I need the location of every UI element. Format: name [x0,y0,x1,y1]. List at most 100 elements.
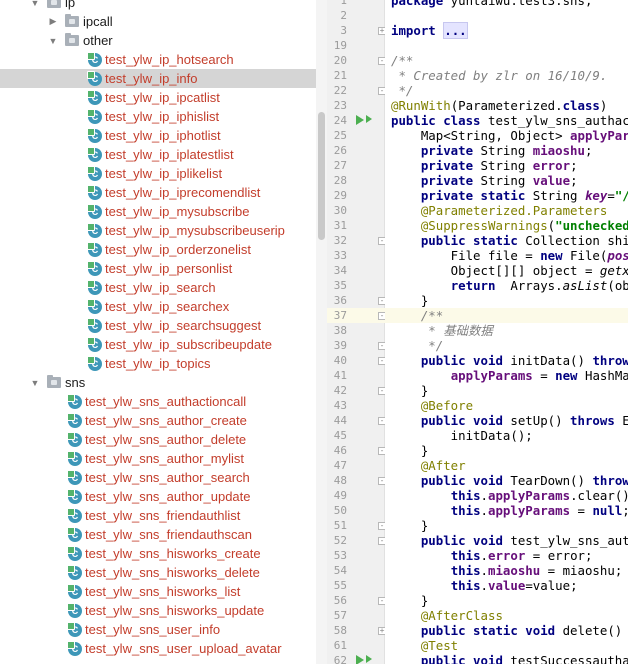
tree-folder-other[interactable]: ▼ other [0,31,316,50]
tree-class-item[interactable]: Ctest_ylw_sns_authactioncall [0,392,316,411]
tree-class-item[interactable]: Ctest_ylw_sns_author_search [0,468,316,487]
code-line[interactable]: @AfterClass [385,608,628,623]
code-line[interactable]: Map<String, Object> applyParam [385,128,628,143]
tree-class-item[interactable]: Ctest_ylw_sns_friendauthscan [0,525,316,544]
code-line[interactable]: } [385,518,628,533]
tree-class-item[interactable]: Ctest_ylw_ip_iphotlist [0,126,316,145]
code-line[interactable]: private static String key="/sn [385,188,628,203]
tree-folder-sns[interactable]: ▼ sns [0,373,316,392]
code-line[interactable]: return Arrays.asList(obje [385,278,628,293]
code-line[interactable]: Object[][] object = getxls [385,263,628,278]
run-test-icon[interactable] [366,115,372,123]
code-line[interactable]: private String value; [385,173,628,188]
code-line[interactable]: @Parameterized.Parameters [385,203,628,218]
gutter-line: 23 [327,98,385,113]
tree-class-item[interactable]: Ctest_ylw_ip_topics [0,354,316,373]
code-line[interactable]: public void testSuccessauthact [385,653,628,664]
code-line[interactable]: /** [385,308,628,323]
code-line[interactable]: import ... [385,22,628,39]
run-test-icon[interactable] [356,115,364,125]
expand-right-icon[interactable]: ▶ [48,16,58,27]
code-line[interactable]: public static Collection shiya [385,233,628,248]
tree-class-item[interactable]: Ctest_ylw_ip_subscribeupdate [0,335,316,354]
tree-class-item[interactable]: Ctest_ylw_ip_iplikelist [0,164,316,183]
tree-folder-ip[interactable]: ▼ ip [0,0,316,12]
code-editor[interactable]: package yuntaiwu.test3.sns; import ... /**… [385,0,628,664]
code-line[interactable]: /** [385,53,628,68]
code-line[interactable]: this.error = error; [385,548,628,563]
code-line[interactable]: */ [385,83,628,98]
code-line[interactable]: this.miaoshu = miaoshu; [385,563,628,578]
expand-down-icon[interactable]: ▼ [48,36,58,46]
code-line[interactable]: this.applyParams = null; [385,503,628,518]
expand-down-icon[interactable]: ▼ [30,378,40,388]
run-test-icon[interactable] [356,655,364,664]
tree-class-item[interactable]: Ctest_ylw_sns_author_delete [0,430,316,449]
code-line[interactable]: @RunWith(Parameterized.class) [385,98,628,113]
tree-class-item[interactable]: Ctest_ylw_ip_orderzonelist [0,240,316,259]
tree-class-item[interactable]: Ctest_ylw_ip_mysubscribeuserip [0,221,316,240]
tree-class-item[interactable]: Ctest_ylw_ip_personlist [0,259,316,278]
code-line[interactable]: @After [385,458,628,473]
tree-class-item[interactable]: Ctest_ylw_ip_search [0,278,316,297]
tree-class-item[interactable]: Ctest_ylw_sns_hisworks_update [0,601,316,620]
code-token: File file = [391,248,541,263]
project-tree[interactable]: ▼ ip ▶ ipcall ▼ other Ctest_ylw_ip_hotsearch Ct… [0,0,316,664]
code-line[interactable]: this.applyParams.clear(); [385,488,628,503]
code-line[interactable]: } [385,443,628,458]
code-line[interactable]: */ [385,338,628,353]
tree-class-label: test_ylw_ip_searchex [105,299,230,314]
tree-class-item[interactable]: Ctest_ylw_ip_ipcatlist [0,88,316,107]
code-line[interactable]: public class test_ylw_sns_authactic [385,113,628,128]
code-line[interactable]: public void initData() throws [385,353,628,368]
code-line[interactable]: private String miaoshu; [385,143,628,158]
tree-class-item[interactable]: Ctest_ylw_ip_mysubscribe [0,202,316,221]
code-line[interactable]: public static void delete() { [385,623,628,638]
tree-class-item[interactable]: Ctest_ylw_sns_author_create [0,411,316,430]
tree-class-item[interactable]: Ctest_ylw_ip_info [0,69,316,88]
code-line[interactable]: * Created by zlr on 16/10/9. [385,68,628,83]
tree-class-item[interactable]: Ctest_ylw_sns_user_upload_avatar [0,639,316,658]
code-line[interactable] [385,8,628,23]
tree-class-item[interactable]: Ctest_ylw_ip_iplatestlist [0,145,316,164]
gutter-line: 42- [327,383,386,398]
tree-class-item[interactable]: Ctest_ylw_sns_hisworks_create [0,544,316,563]
tree-class-item[interactable]: Ctest_ylw_ip_hotsearch [0,50,316,69]
code-line[interactable]: applyParams = new HashMap< [385,368,628,383]
tree-class-item[interactable]: Ctest_ylw_ip_iprecomendlist [0,183,316,202]
tree-class-item[interactable]: Ctest_ylw_ip_iphislist [0,107,316,126]
code-line[interactable]: } [385,293,628,308]
code-line[interactable]: @SuppressWarnings("unchecked") [385,218,628,233]
tree-class-item[interactable]: Ctest_ylw_ip_searchex [0,297,316,316]
tree-class-item[interactable]: Ctest_ylw_sns_hisworks_list [0,582,316,601]
code-line[interactable]: initData(); [385,428,628,443]
code-line[interactable]: File file = new File(postx [385,248,628,263]
code-line[interactable]: public void TearDown() throws [385,473,628,488]
java-class-icon: C [87,260,102,276]
code-line[interactable]: } [385,593,628,608]
tree-class-item[interactable]: Ctest_ylw_sns_author_mylist [0,449,316,468]
folded-code-placeholder[interactable]: ... [443,22,468,39]
tree-class-item[interactable]: Ctest_ylw_sns_user_info [0,620,316,639]
code-line[interactable]: } [385,383,628,398]
code-line[interactable] [385,38,628,53]
project-tree-scrollbar[interactable] [316,0,327,664]
run-test-icon[interactable] [366,655,372,663]
gutter-line: 30 [327,203,385,218]
scrollbar-thumb[interactable] [318,112,325,240]
code-line[interactable]: this.value=value; [385,578,628,593]
tree-class-item[interactable]: Ctest_ylw_sns_author_update [0,487,316,506]
code-line[interactable]: public void setUp() throws Exc [385,413,628,428]
code-token: File( [562,248,608,263]
code-line[interactable]: @Test [385,638,628,653]
tree-class-item[interactable]: Ctest_ylw_ip_searchsuggest [0,316,316,335]
code-line[interactable]: * 基础数据 [385,323,628,338]
expand-down-icon[interactable]: ▼ [30,0,40,8]
code-line[interactable]: private String error; [385,158,628,173]
code-line[interactable]: @Before [385,398,628,413]
code-line[interactable]: public void test_ylw_sns_authaction [385,533,628,548]
tree-class-item[interactable]: Ctest_ylw_sns_hisworks_delete [0,563,316,582]
tree-class-item[interactable]: Ctest_ylw_sns_friendauthlist [0,506,316,525]
code-line[interactable]: package yuntaiwu.test3.sns; [385,0,628,8]
tree-folder-ipcall[interactable]: ▶ ipcall [0,12,316,31]
